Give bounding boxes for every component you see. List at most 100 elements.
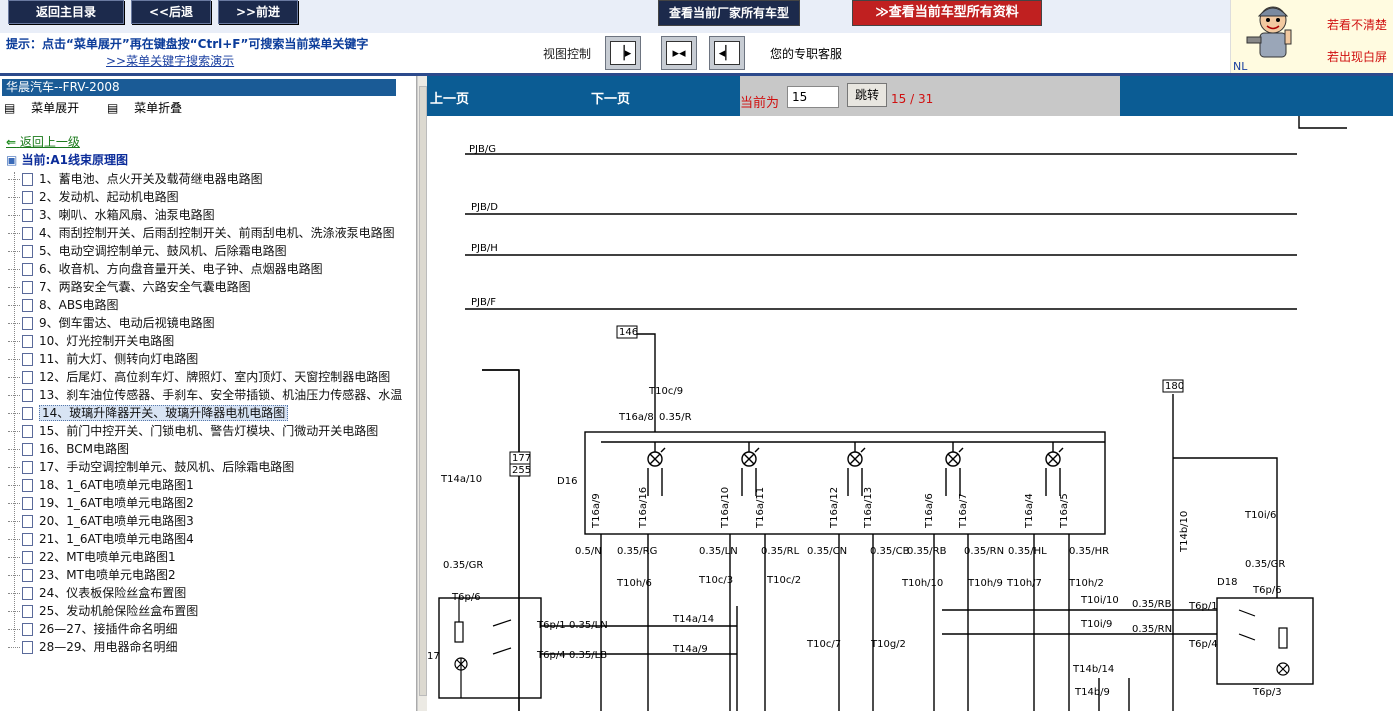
wire-label: T16a/8 [618,412,654,423]
document-icon [22,443,33,456]
tree-item-label: 11、前大灯、侧转向灯电路图 [39,352,199,366]
tree-item[interactable]: 12、后尾灯、高位刹车灯、牌照灯、室内顶灯、天窗控制器电路图 [8,368,390,386]
tree-item[interactable]: 21、1_6AT电喷单元电路图4 [8,530,194,548]
tree-connector [8,485,20,486]
tree-connector [8,287,20,288]
document-icon [22,227,33,240]
wire-color-label: 0.35/RB [907,546,947,557]
tree-item[interactable]: 5、电动空调控制单元、鼓风机、后除霜电路图 [8,242,287,260]
tree-scrollbar[interactable] [417,76,427,711]
tree-connector [8,215,20,216]
box-177: 177 [512,453,531,464]
back-button[interactable]: <<后退 [131,0,211,24]
pin-label: T16a/7 [958,493,969,529]
page-number-input[interactable]: 15 [787,86,839,108]
document-icon [22,281,33,294]
box-146: 146 [619,327,638,338]
tree-item[interactable]: 9、倒车雷达、电动后视镜电路图 [8,314,215,332]
tree-connector [8,539,20,540]
current-node: ▣ 当前:A1线束原理图 [6,151,128,168]
view-right-button[interactable]: ◂▏ [709,36,745,70]
tree-item[interactable]: 23、MT电喷单元电路图2 [8,566,176,584]
tree-item[interactable]: 13、刹车油位传感器、手刹车、安全带插锁、机油压力传感器、水温 [8,386,402,404]
tree-connector [8,377,20,378]
tree-item[interactable]: 11、前大灯、侧转向灯电路图 [8,350,198,368]
document-icon [22,623,33,636]
tree-expand-row: ▤ 菜单展开 ▤ 菜单折叠 [4,99,206,116]
tree-connector [8,197,20,198]
all-docs-label: 查看当前车型所有资料 [888,5,1019,20]
tree-item[interactable]: 26—27、接插件命名明细 [8,620,178,638]
tree-item[interactable]: 18、1_6AT电喷单元电路图1 [8,476,194,494]
tree-connector [8,521,20,522]
wire-label: T10c/3 [698,575,733,586]
tree-item-label: 2、发动机、起动机电路图 [39,190,179,204]
next-page-link[interactable]: 下一页 [591,88,630,107]
home-button[interactable]: 返回主目录 [8,0,124,24]
tree-item[interactable]: 24、仪表板保险丝盒布置图 [8,584,186,602]
wiring-diagram-svg: 146 177 255 180 PJB/G PJB/D PJB/H PJB/F … [427,116,1347,711]
tree-item[interactable]: 19、1_6AT电喷单元电路图2 [8,494,194,512]
double-arrow-icon: ≫ [875,5,889,20]
tree-item[interactable]: 17、手动空调控制单元、鼓风机、后除霜电路图 [8,458,294,476]
forward-button[interactable]: >>前进 [218,0,298,24]
component-label: D16 [557,476,577,487]
current-node-label: 当前:A1线束原理图 [21,153,128,167]
tree-item-label: 4、雨刮控制开关、后雨刮控制开关、前雨刮电机、洗涤液泵电路图 [39,226,395,240]
tree-connector [8,503,20,504]
pin-label: T16a/11 [755,487,766,529]
wiring-diagram: 146 177 255 180 PJB/G PJB/D PJB/H PJB/F … [427,116,1393,711]
split-view-icon: ▸◂ [666,41,692,65]
view-left-button[interactable]: ▕▸ [605,36,641,70]
tree-item[interactable]: 25、发动机舱保险丝盒布置图 [8,602,198,620]
tree-item[interactable]: 6、收音机、方向盘音量开关、电子钟、点烟器电路图 [8,260,323,278]
current-page-label: 当前为 [740,96,780,111]
back-level-link[interactable]: ⇐ 返回上一级 [6,133,80,150]
view-control-label: 视图控制 [543,47,592,61]
all-docs-button[interactable]: ≫查看当前车型所有资料 [852,0,1042,26]
hint-text: 提示：点击“菜单展开”再在键盘按“Ctrl+F”可搜索当前菜单关键字 [6,37,369,51]
document-icon [22,245,33,258]
tree-item[interactable]: 22、MT电喷单元电路图1 [8,548,176,566]
tree-connector [8,269,20,270]
tree-connector [8,431,20,432]
document-icon [22,335,33,348]
wire-color-label: 0.35/RG [617,546,657,557]
pin-label: T16a/12 [829,487,840,529]
tree-item[interactable]: 15、前门中控开关、门锁电机、警告灯模块、门微动开关电路图 [8,422,378,440]
tree-item[interactable]: 3、喇叭、水箱风扇、油泵电路图 [8,206,215,224]
service-text: 您的专职客服 [770,47,843,61]
search-demo-link[interactable]: >>菜单关键字搜索演示 [106,52,234,69]
document-icon [22,317,33,330]
tree-item[interactable]: 2、发动机、起动机电路图 [8,188,179,206]
view-split-button[interactable]: ▸◂ [661,36,697,70]
tree-item[interactable]: 16、BCM电路图 [8,440,129,458]
jump-button[interactable]: 跳转 [847,83,887,107]
scrollbar-thumb[interactable] [419,86,427,696]
collapse-label: 菜单折叠 [134,101,183,115]
all-models-button[interactable]: 查看当前厂家所有车型 [658,0,800,26]
document-icon [22,389,33,402]
tree-item[interactable]: 10、灯光控制开关电路图 [8,332,174,350]
prev-page-link[interactable]: 上一页 [430,88,469,107]
collapse-menu-button[interactable]: ▤ 菜单折叠 [107,101,194,115]
wire-color-label: 0.35/HR [1069,546,1109,557]
tree-item-label: 22、MT电喷单元电路图1 [39,550,176,564]
document-icon [22,263,33,276]
tree-item[interactable]: 14、玻璃升降器开关、玻璃升降器电机电路图 [8,404,289,422]
document-icon [22,569,33,582]
tree-item[interactable]: 7、两路安全气囊、六路安全气囊电路图 [8,278,251,296]
tree-connector [8,557,20,558]
tree-item[interactable]: 1、蓄电池、点火开关及载荷继电器电路图 [8,170,263,188]
wire-label: T10h/2 [1068,578,1104,589]
tree-item[interactable]: 4、雨刮控制开关、后雨刮控制开关、前雨刮电机、洗涤液泵电路图 [8,224,395,242]
tree-connector [8,647,20,648]
expand-menu-button[interactable]: ▤ 菜单展开 [4,101,91,115]
tree-item-label: 8、ABS电路图 [39,298,119,312]
tree-item[interactable]: 20、1_6AT电喷单元电路图3 [8,512,194,530]
tree-item[interactable]: 28—29、用电器命名明细 [8,638,178,656]
tree-item[interactable]: 8、ABS电路图 [8,296,118,314]
document-icon [22,209,33,222]
document-icon [22,605,33,618]
wire-label: T6p/6 [451,592,481,603]
